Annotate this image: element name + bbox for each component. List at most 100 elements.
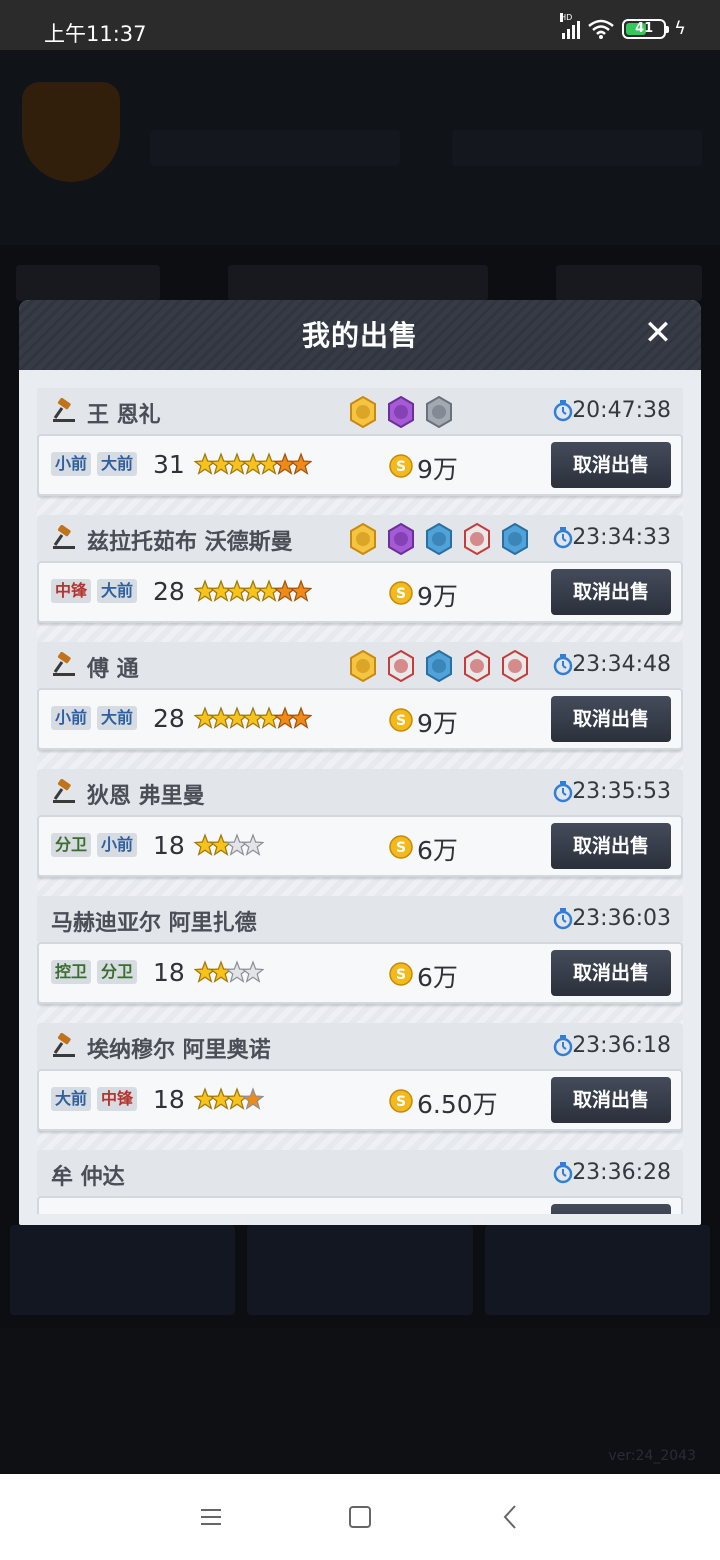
sale-price: 9万 — [417, 582, 458, 611]
sale-item-header: 兹拉托茹布 沃德斯曼 23:34:33 — [37, 515, 683, 561]
sale-item-details: 小前 大前 28 S 9万 取消出售 — [37, 688, 683, 750]
remaining-time: 23:34:33 — [572, 525, 671, 550]
skill-badge-icon — [464, 523, 490, 555]
skill-badge-icon — [350, 396, 376, 428]
coin-icon: S — [389, 454, 413, 478]
sale-price: 6万 — [417, 836, 458, 865]
sale-item-header: 王 恩礼 20:47:38 — [37, 388, 683, 434]
sale-item-details: 取消出售 — [37, 1196, 683, 1214]
sale-price: 9万 — [417, 709, 458, 738]
charging-icon: ϟ — [674, 18, 686, 39]
svg-text:S: S — [396, 1094, 406, 1110]
sale-item-details: 大前 中锋 18 S 6.50万 取消出售 — [37, 1069, 683, 1131]
skill-badge-icon — [426, 523, 452, 555]
clock-time: 上午11:37 — [44, 22, 147, 46]
position-tag: 小前 — [97, 833, 138, 857]
auction-gavel-icon — [53, 1033, 75, 1057]
remaining-time: 23:36:03 — [572, 906, 671, 931]
wifi-icon — [588, 19, 614, 39]
back-icon[interactable] — [496, 1502, 526, 1532]
sale-item: 埃纳穆尔 阿里奥诺 23:36:18 大前 中锋 18 S 6.50万 取消出售 — [37, 1023, 683, 1131]
signal-icon: HD — [560, 12, 581, 39]
svg-text:S: S — [396, 967, 406, 983]
star-icon — [290, 579, 312, 602]
star-rating — [194, 1085, 264, 1113]
sale-item-header: 傅 通 23:34:48 — [37, 642, 683, 688]
player-name: 傅 通 — [87, 657, 139, 682]
position-tag: 中锋 — [97, 1087, 138, 1111]
coin-icon: S — [389, 708, 413, 732]
player-name: 王 恩礼 — [87, 403, 161, 428]
position-tags: 控卫 分卫 — [51, 960, 138, 984]
coin-icon: S — [389, 835, 413, 859]
cancel-sale-button[interactable]: 取消出售 — [551, 696, 671, 742]
svg-text:S: S — [396, 713, 406, 729]
cancel-sale-button[interactable]: 取消出售 — [551, 823, 671, 869]
sale-item-details: 分卫 小前 18 S 6万 取消出售 — [37, 815, 683, 877]
remaining-time: 23:35:53 — [572, 779, 671, 804]
remaining-time: 20:47:38 — [572, 398, 671, 423]
sale-item-header: 马赫迪亚尔 阿里扎德 23:36:03 — [37, 896, 683, 942]
skill-badge-icon — [388, 650, 414, 682]
close-button[interactable]: ✕ — [641, 316, 675, 350]
status-icons: HD 41 ϟ — [560, 12, 686, 39]
position-tags: 中锋 大前 — [51, 579, 138, 603]
menu-icon[interactable] — [196, 1502, 226, 1532]
star-icon — [242, 960, 264, 983]
skill-badge-icon — [350, 650, 376, 682]
remaining-time: 23:36:28 — [572, 1160, 671, 1185]
coin-icon: S — [389, 1089, 413, 1113]
cancel-sale-button[interactable]: 取消出售 — [551, 569, 671, 615]
player-rating: 18 — [153, 1085, 185, 1114]
timer-icon — [553, 1162, 573, 1184]
player-name: 牟 仲达 — [51, 1165, 125, 1190]
player-name: 埃纳穆尔 阿里奥诺 — [87, 1038, 271, 1063]
auction-gavel-icon — [53, 525, 75, 549]
skill-badge-icon — [426, 396, 452, 428]
player-rating: 31 — [153, 450, 185, 479]
position-tag: 小前 — [51, 452, 92, 476]
cancel-sale-button[interactable]: 取消出售 — [551, 950, 671, 996]
skill-badges — [347, 396, 455, 428]
player-rating: 18 — [153, 958, 185, 987]
player-rating: 28 — [153, 704, 185, 733]
star-rating — [194, 577, 312, 605]
sale-item-header: 埃纳穆尔 阿里奥诺 23:36:18 — [37, 1023, 683, 1069]
cancel-sale-button[interactable]: 取消出售 — [551, 442, 671, 488]
player-name: 马赫迪亚尔 阿里扎德 — [51, 911, 257, 936]
cancel-sale-button[interactable]: 取消出售 — [551, 1204, 671, 1214]
home-icon[interactable] — [345, 1502, 375, 1532]
timer-icon — [553, 654, 573, 676]
coin-icon: S — [389, 581, 413, 605]
position-tags: 大前 中锋 — [51, 1087, 138, 1111]
star-rating — [194, 958, 264, 986]
remaining-time: 23:34:48 — [572, 652, 671, 677]
position-tags: 小前 大前 — [51, 452, 138, 476]
status-bar: 上午11:37 HD 41 ϟ — [0, 0, 720, 50]
position-tag: 大前 — [97, 579, 138, 603]
star-rating — [194, 831, 264, 859]
star-icon — [290, 452, 312, 475]
sale-item-details: 小前 大前 31 S 9万 取消出售 — [37, 434, 683, 496]
cancel-sale-button[interactable]: 取消出售 — [551, 1077, 671, 1123]
skill-badge-icon — [388, 523, 414, 555]
skill-badges — [347, 650, 531, 682]
sale-item-details: 中锋 大前 28 S 9万 取消出售 — [37, 561, 683, 623]
sale-item: 马赫迪亚尔 阿里扎德 23:36:03 控卫 分卫 18 S 6万 取消出售 — [37, 896, 683, 1004]
timer-icon — [553, 527, 573, 549]
star-rating — [194, 704, 312, 732]
auction-gavel-icon — [53, 398, 75, 422]
skill-badge-icon — [502, 650, 528, 682]
coin-icon: S — [389, 962, 413, 986]
sales-list[interactable]: 王 恩礼 20:47:38 小前 大前 31 S 9万 取消出售 兹拉托茹布 沃德斯曼 23:34… — [37, 388, 683, 1214]
timer-icon — [553, 781, 573, 803]
timer-icon — [553, 1035, 573, 1057]
sale-item: 王 恩礼 20:47:38 小前 大前 31 S 9万 取消出售 — [37, 388, 683, 496]
svg-text:S: S — [396, 586, 406, 602]
star-icon — [242, 1087, 264, 1110]
sale-price: 6万 — [417, 963, 458, 992]
position-tags: 分卫 小前 — [51, 833, 138, 857]
sale-item: 傅 通 23:34:48 小前 大前 28 S 9万 取消出售 — [37, 642, 683, 750]
position-tag: 大前 — [97, 706, 138, 730]
position-tag: 大前 — [97, 452, 138, 476]
